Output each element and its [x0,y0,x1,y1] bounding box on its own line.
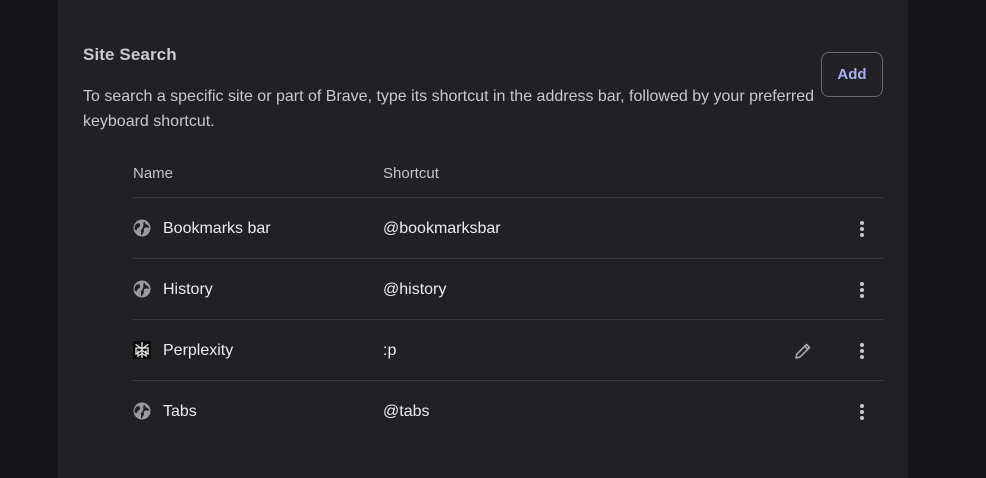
more-options-icon[interactable] [850,399,874,425]
row-shortcut: @history [383,281,447,298]
column-header-name: Name [133,165,174,182]
add-button[interactable]: Add [821,52,883,97]
row-name: Tabs [163,403,197,420]
row-name: History [163,281,213,298]
column-header-shortcut: Shortcut [383,165,439,182]
more-options-icon[interactable] [850,216,874,242]
row-shortcut: @bookmarksbar [383,220,501,237]
table-row: Tabs @tabs [133,380,883,441]
table-row: Bookmarks bar @bookmarksbar [133,197,883,258]
site-search-table: Bookmarks bar @bookmarksbar History @his… [133,197,883,441]
more-options-icon[interactable] [850,277,874,303]
section-title: Site Search [83,45,177,64]
row-shortcut: @tabs [383,403,430,420]
row-name: Bookmarks bar [163,220,271,237]
more-options-icon[interactable] [850,338,874,364]
globe-icon [133,402,151,420]
section-description: To search a specific site or part of Bra… [83,88,815,130]
row-shortcut: :p [383,342,397,359]
site-search-card: Site Search To search a specific site or… [58,0,908,478]
edit-pencil-icon[interactable] [790,338,816,364]
globe-icon [133,280,151,298]
globe-icon [133,219,151,237]
table-row: Perplexity :p [133,319,883,380]
table-row: History @history [133,258,883,319]
perplexity-favicon-icon [133,341,151,359]
row-name: Perplexity [163,342,234,359]
